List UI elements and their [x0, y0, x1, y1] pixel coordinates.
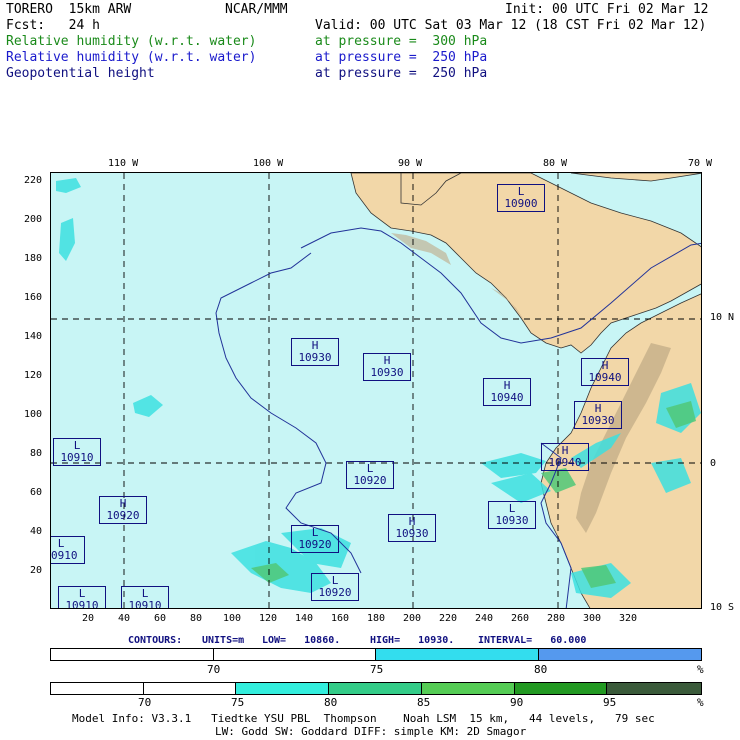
init-time: Init: 00 UTC Fri 02 Mar 12	[505, 2, 709, 17]
high-center-box: H 10930	[363, 353, 411, 381]
high-center-box: H 10940	[483, 378, 531, 406]
lon-label-110w: 110 W	[108, 158, 139, 169]
high-center-box: H 10930	[291, 338, 339, 366]
high-center-box: H 10930	[388, 514, 436, 542]
x-tick: 60	[154, 613, 167, 624]
x-tick: 320	[619, 613, 638, 624]
x-tick: 100	[223, 613, 242, 624]
x-tick: 280	[547, 613, 566, 624]
lat-label-10s: 10 S	[710, 602, 735, 613]
low-center-box: L 10920	[346, 461, 394, 489]
lon-label-90w: 90 W	[398, 158, 423, 169]
x-tick: 300	[583, 613, 602, 624]
field-2-name: Relative humidity (w.r.t. water)	[6, 50, 257, 65]
colorbar-300hpa	[50, 682, 702, 695]
valid-time: Valid: 00 UTC Sat 03 Mar 12 (18 CST Fri …	[315, 18, 707, 33]
y-tick: 200	[24, 214, 43, 225]
y-tick: 120	[24, 370, 43, 381]
y-tick: 140	[24, 331, 43, 342]
model-info-line-1: Model Info: V3.3.1 Tiedtke YSU PBL Thomp…	[72, 712, 655, 725]
lon-label-70w: 70 W	[688, 158, 713, 169]
high-center-box: H 10920	[99, 496, 147, 524]
low-center-box: L 10920	[311, 573, 359, 601]
x-tick: 200	[403, 613, 422, 624]
colorbar-label: 70	[207, 663, 221, 676]
contours-interval: INTERVAL= 60.000	[478, 635, 587, 646]
weather-map: L 10900 H 10930 H 10930 H 10940 H 10940 H 1093…	[50, 172, 702, 609]
y-tick: 160	[24, 292, 43, 303]
colorbar-label: 95	[603, 696, 617, 709]
high-center-box: H 10930	[574, 401, 622, 429]
field-1-level: at pressure = 300 hPa	[315, 34, 488, 49]
x-tick: 220	[439, 613, 458, 624]
low-center-box: L 10900	[497, 184, 545, 212]
x-tick: 160	[331, 613, 350, 624]
colorbar-swatch	[144, 683, 237, 694]
contours-units: UNITS=m	[202, 635, 245, 646]
y-tick: 80	[30, 448, 43, 459]
field-3-level: at pressure = 250 hPa	[315, 66, 488, 81]
y-tick: 20	[30, 565, 43, 576]
low-center-box: L10910	[58, 586, 106, 608]
lon-label-80w: 80 W	[543, 158, 568, 169]
low-center-box: L 10920	[291, 525, 339, 553]
low-center-box: L10910	[53, 438, 101, 466]
colorbar-label: 75	[231, 696, 245, 709]
x-tick: 260	[511, 613, 530, 624]
colorbar-250hpa	[50, 648, 702, 661]
map-canvas	[51, 173, 701, 608]
lat-label-10n: 10 N	[710, 312, 735, 323]
low-center-box: L 10930	[488, 501, 536, 529]
x-tick: 80	[190, 613, 203, 624]
x-tick: 20	[82, 613, 95, 624]
colorbar-label: 75	[370, 663, 384, 676]
y-tick: 60	[30, 487, 43, 498]
x-tick: 180	[367, 613, 386, 624]
x-tick: 40	[118, 613, 131, 624]
contours-low: LOW= 10860.	[262, 635, 341, 646]
colorbar-label: 80	[324, 696, 338, 709]
colorbar-label: %	[697, 663, 704, 676]
colorbar-swatch	[329, 683, 422, 694]
colorbar-swatch	[538, 649, 701, 660]
colorbar-label: 80	[534, 663, 548, 676]
colorbar-swatch	[376, 649, 539, 660]
colorbar-swatch	[607, 683, 702, 694]
x-tick: 240	[475, 613, 494, 624]
forecast-hour: Fcst: 24 h	[6, 18, 100, 33]
x-tick: 140	[295, 613, 314, 624]
field-3-name: Geopotential height	[6, 66, 155, 81]
colorbar-label: 85	[417, 696, 431, 709]
colorbar-swatch	[214, 649, 376, 660]
colorbar-label: 70	[138, 696, 152, 709]
lat-label-0: 0	[710, 458, 717, 469]
model-info-line-2: LW: Godd SW: Goddard DIFF: simple KM: 2D…	[215, 725, 527, 738]
y-tick: 180	[24, 253, 43, 264]
contours-label: CONTOURS:	[128, 635, 183, 646]
colorbar-swatch	[236, 683, 330, 694]
high-center-box: H 10940	[541, 443, 589, 471]
lon-label-100w: 100 W	[253, 158, 284, 169]
center-name: NCAR/MMM	[225, 2, 288, 17]
high-center-box: H 10940	[581, 358, 629, 386]
y-tick: 100	[24, 409, 43, 420]
y-tick: 220	[24, 175, 43, 186]
colorbar-swatch	[51, 683, 144, 694]
low-center-box: L10910	[121, 586, 169, 608]
y-tick: 40	[30, 526, 43, 537]
low-center-box: L10910	[51, 536, 85, 564]
field-2-level: at pressure = 250 hPa	[315, 50, 488, 65]
x-tick: 120	[259, 613, 278, 624]
field-1-name: Relative humidity (w.r.t. water)	[6, 34, 257, 49]
colorbar-swatch	[421, 683, 515, 694]
colorbar-label: %	[697, 696, 704, 709]
model-name: TORERO 15km ARW	[6, 2, 132, 17]
colorbar-swatch	[51, 649, 214, 660]
colorbar-swatch	[514, 683, 608, 694]
contours-high: HIGH= 10930.	[370, 635, 455, 646]
colorbar-label: 90	[510, 696, 524, 709]
